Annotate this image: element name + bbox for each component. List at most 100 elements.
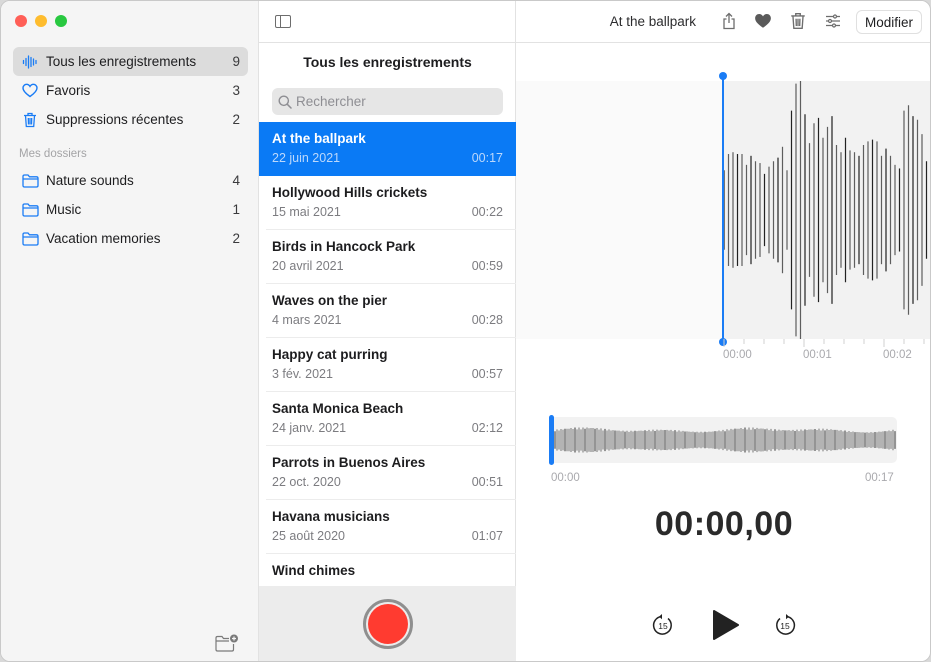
recording-list-item[interactable]: Parrots in Buenos Aires 22 oct. 2020 00:51 bbox=[259, 446, 516, 500]
sidebar-item-count: 9 bbox=[232, 54, 240, 69]
recording-list-item[interactable]: Birds in Hancock Park 20 avril 2021 00:59 bbox=[259, 230, 516, 284]
recording-title: At the ballpark bbox=[609, 14, 696, 29]
timeline-ruler: 00:00 00:01 00:02 bbox=[723, 339, 930, 369]
zoom-window-button[interactable] bbox=[55, 15, 67, 27]
player-pane: At the ballpark Modifier 00:00 00:01 00:… bbox=[516, 1, 930, 661]
overview-waveform-bars bbox=[554, 427, 896, 453]
svg-text:15: 15 bbox=[780, 621, 790, 631]
recording-meta: 15 mai 2021 00:22 bbox=[272, 205, 503, 219]
recording-duration: 00:22 bbox=[471, 205, 503, 219]
recording-date: 15 mai 2021 bbox=[272, 205, 341, 219]
recording-date: 4 mars 2021 bbox=[272, 313, 342, 327]
favorite-button[interactable] bbox=[754, 12, 772, 30]
heart-filled-icon bbox=[755, 14, 771, 28]
overview-scrubber-handle[interactable] bbox=[549, 415, 554, 465]
recording-date: 20 avril 2021 bbox=[272, 259, 344, 273]
sidebar-item-label: Suppressions récentes bbox=[46, 112, 184, 127]
sidebar-folder-vacation-memories[interactable]: Vacation memories 2 bbox=[13, 224, 248, 253]
trash-icon bbox=[21, 111, 39, 129]
sidebar-item-recently-deleted[interactable]: Suppressions récentes 2 bbox=[13, 105, 248, 134]
recording-name: At the ballpark bbox=[272, 131, 366, 146]
list-toolbar bbox=[259, 1, 516, 43]
options-button[interactable] bbox=[824, 12, 842, 30]
sidebar-toggle-icon[interactable] bbox=[275, 15, 291, 28]
recording-list-item[interactable]: Happy cat purring 3 fév. 2021 00:57 bbox=[259, 338, 516, 392]
new-folder-icon bbox=[215, 634, 238, 652]
trash-icon bbox=[791, 13, 805, 29]
sliders-icon bbox=[826, 14, 840, 28]
overview-waveform[interactable] bbox=[549, 417, 897, 463]
folder-icon bbox=[21, 201, 39, 219]
share-button[interactable] bbox=[720, 12, 738, 30]
recording-name: Hollywood Hills crickets bbox=[272, 185, 428, 200]
recording-duration: 00:51 bbox=[471, 475, 503, 489]
sidebar-item-favorites[interactable]: Favoris 3 bbox=[13, 76, 248, 105]
recording-date: 25 août 2020 bbox=[272, 529, 345, 543]
folder-icon bbox=[21, 230, 39, 248]
skip-forward-button[interactable]: 15 bbox=[773, 613, 797, 642]
skip-back-button[interactable]: 15 bbox=[651, 613, 675, 642]
recordings-list-pane: Tous les enregistrements At the ballpark… bbox=[259, 1, 516, 661]
recording-meta: 22 oct. 2020 00:51 bbox=[272, 475, 503, 489]
current-time-display: 00:00,00 bbox=[654, 505, 794, 543]
recording-list-item[interactable]: Hollywood Hills crickets 15 mai 2021 00:22 bbox=[259, 176, 516, 230]
recording-name: Havana musicians bbox=[272, 509, 390, 524]
close-window-button[interactable] bbox=[15, 15, 27, 27]
section-header-my-folders: Mes dossiers bbox=[19, 148, 87, 160]
recording-meta: 24 janv. 2021 02:12 bbox=[272, 421, 503, 435]
waveform-icon bbox=[21, 53, 39, 71]
recording-meta: 4 mars 2021 00:28 bbox=[272, 313, 503, 327]
sidebar-item-all-recordings[interactable]: Tous les enregistrements 9 bbox=[13, 47, 248, 76]
timeline-ticks bbox=[723, 339, 925, 347]
new-folder-button[interactable] bbox=[215, 633, 239, 653]
sidebar-folder-music[interactable]: Music 1 bbox=[13, 195, 248, 224]
recording-duration: 01:07 bbox=[471, 529, 503, 543]
search-input[interactable] bbox=[296, 94, 496, 109]
share-icon bbox=[723, 12, 735, 30]
recording-duration: 00:28 bbox=[471, 313, 503, 327]
folder-count: 4 bbox=[232, 173, 240, 188]
window-controls bbox=[15, 15, 67, 27]
sidebar-folder-nature-sounds[interactable]: Nature sounds 4 bbox=[13, 166, 248, 195]
folder-count: 1 bbox=[232, 202, 240, 217]
play-icon bbox=[713, 610, 739, 640]
recording-name: Wind chimes bbox=[272, 563, 356, 578]
timeline-label: 00:02 bbox=[883, 349, 912, 361]
edit-button[interactable]: Modifier bbox=[856, 10, 922, 34]
recording-list-item[interactable]: Wind chimes bbox=[259, 554, 516, 587]
recording-name: Happy cat purring bbox=[272, 347, 388, 362]
recording-meta: 22 juin 2021 00:17 bbox=[272, 151, 503, 165]
record-button[interactable] bbox=[363, 599, 413, 649]
sidebar-item-label: Favoris bbox=[46, 83, 91, 98]
sidebar-item-count: 3 bbox=[232, 83, 240, 98]
playhead[interactable] bbox=[719, 72, 727, 346]
recording-list-item[interactable]: At the ballpark 22 juin 2021 00:17 bbox=[259, 122, 516, 176]
recording-date: 3 fév. 2021 bbox=[272, 367, 333, 381]
play-button[interactable] bbox=[712, 609, 740, 646]
skip-forward-15-icon: 15 bbox=[776, 614, 796, 635]
sidebar-list: Tous les enregistrements 9 Favoris 3 Sup… bbox=[13, 47, 248, 253]
player-toolbar: At the ballpark Modifier bbox=[516, 1, 930, 43]
folder-label: Music bbox=[46, 202, 82, 217]
recordings-list: At the ballpark 22 juin 2021 00:17 Hollywoo… bbox=[259, 122, 516, 587]
delete-button[interactable] bbox=[790, 12, 808, 30]
recording-name: Parrots in Buenos Aires bbox=[272, 455, 426, 470]
record-icon bbox=[368, 604, 408, 644]
recording-name: Santa Monica Beach bbox=[272, 401, 404, 416]
recording-name: Birds in Hancock Park bbox=[272, 239, 416, 254]
sidebar-item-count: 2 bbox=[232, 112, 240, 127]
sidebar-item-label: Tous les enregistrements bbox=[46, 54, 197, 69]
timeline-label: 00:00 bbox=[723, 349, 752, 361]
list-title: Tous les enregistrements bbox=[303, 54, 472, 70]
recording-list-item[interactable]: Havana musicians 25 août 2020 01:07 bbox=[259, 500, 516, 554]
recording-list-item[interactable]: Waves on the pier 4 mars 2021 00:28 bbox=[259, 284, 516, 338]
recording-name: Waves on the pier bbox=[272, 293, 388, 308]
recording-list-item[interactable]: Santa Monica Beach 24 janv. 2021 02:12 bbox=[259, 392, 516, 446]
search-field[interactable] bbox=[272, 88, 503, 115]
recording-meta: 20 avril 2021 00:59 bbox=[272, 259, 503, 273]
minimize-window-button[interactable] bbox=[35, 15, 47, 27]
record-bar bbox=[259, 586, 516, 661]
recording-duration: 02:12 bbox=[471, 421, 503, 435]
overview-end-time: 00:17 bbox=[865, 472, 894, 484]
heart-icon bbox=[21, 82, 39, 100]
